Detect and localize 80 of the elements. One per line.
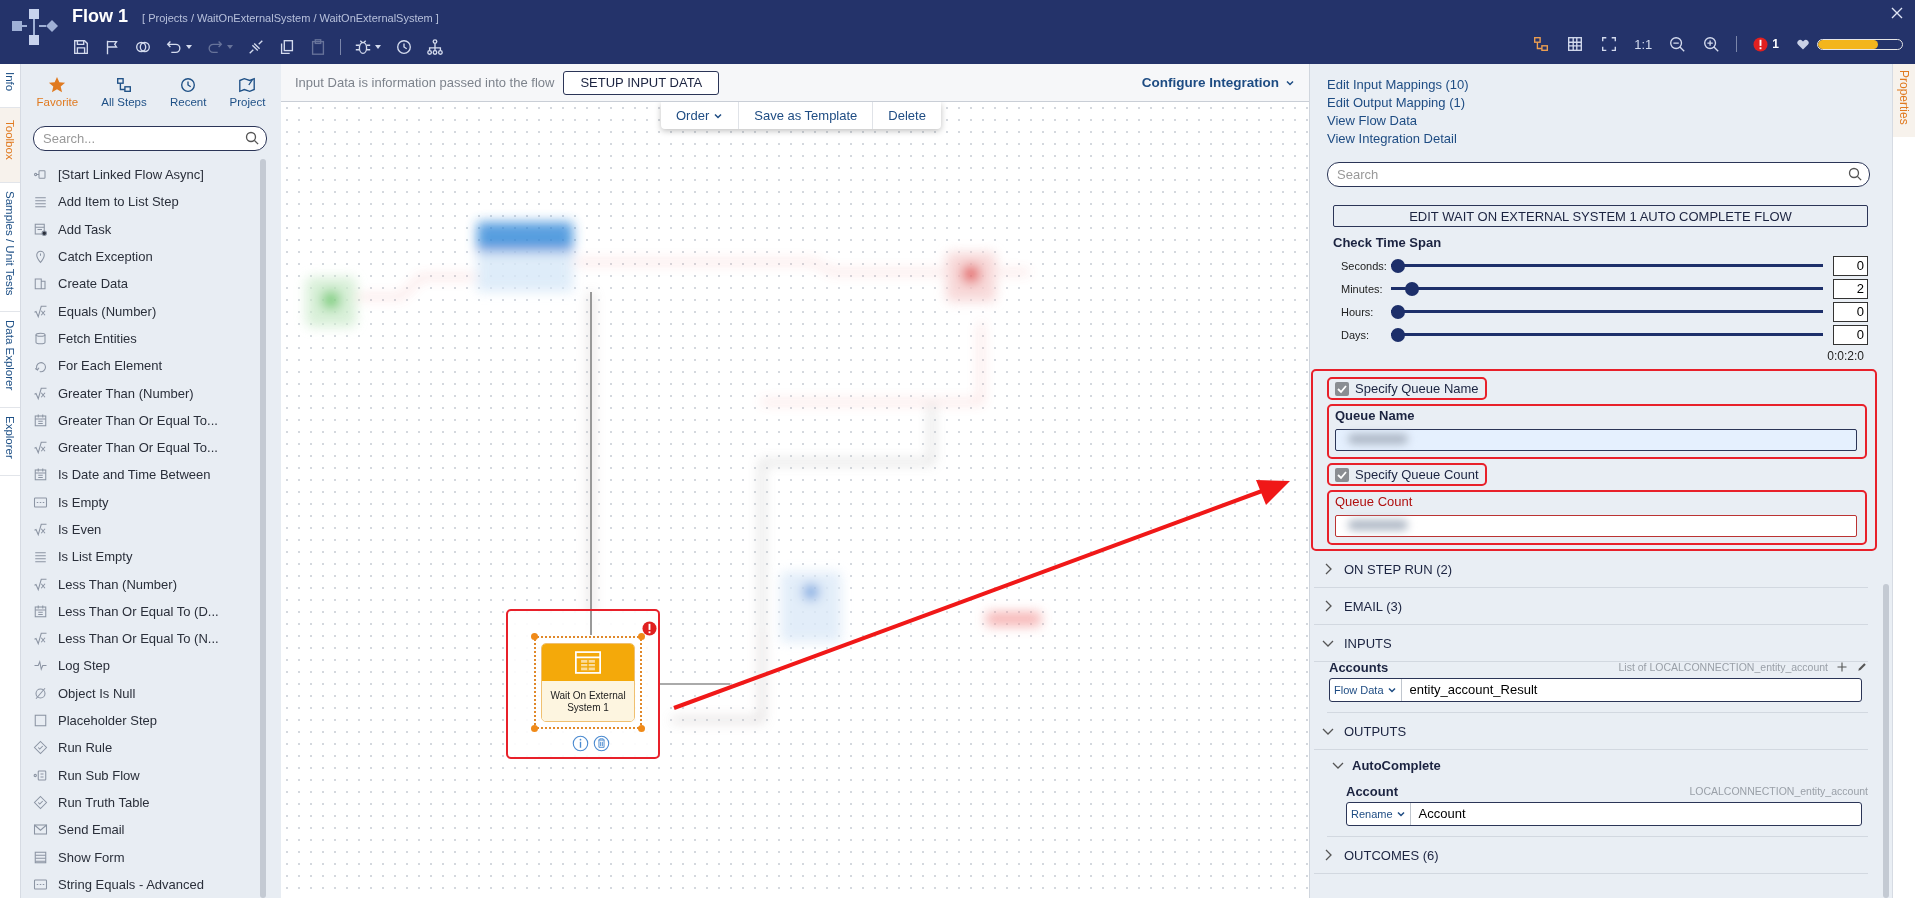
toolbox-item[interactable]: Placeholder Step <box>21 706 281 735</box>
action-button[interactable]: Save as Template <box>739 102 874 129</box>
slider-label: Minutes: <box>1341 282 1384 295</box>
action-button[interactable]: Delete <box>873 102 941 129</box>
edit-flow-button[interactable]: EDIT WAIT ON EXTERNAL SYSTEM 1 AUTO COMPLETE FLOW <box>1333 205 1868 227</box>
group-header[interactable]: AutoComplete <box>1327 750 1868 780</box>
toolbox-item[interactable]: Run Truth Table <box>21 788 281 817</box>
properties-link[interactable]: View Flow Data <box>1327 112 1418 130</box>
toolbox-item[interactable]: Greater Than Or Equal To... <box>21 406 281 434</box>
category-tab[interactable]: Project <box>229 76 266 119</box>
section-header[interactable]: ON STEP RUN (2) <box>1314 551 1868 588</box>
side-tab[interactable]: Data Explorer <box>0 312 20 408</box>
type-label: List of LOCALCONNECTION_entity_account <box>1618 661 1828 673</box>
toolbox-item[interactable]: Run Sub Flow <box>21 761 281 789</box>
toolbox-item[interactable]: [Start Linked Flow Async] <box>21 161 281 189</box>
section-header[interactable]: EMAIL (3) <box>1314 588 1868 625</box>
mode-dropdown[interactable]: Rename <box>1347 803 1411 825</box>
toolbox-item[interactable]: For Each Element <box>21 352 281 380</box>
field-label: Queue Count <box>1335 494 1414 509</box>
toolbox-item[interactable]: Log Step <box>21 652 281 680</box>
toolbox-item[interactable]: Greater Than (Number) <box>21 379 281 407</box>
checkbox-label: Specify Queue Name <box>1355 381 1479 396</box>
section-header[interactable]: OUTPUTS <box>1314 713 1868 750</box>
toolbox-item[interactable]: Is Date and Time Between <box>21 461 281 489</box>
toolbox-item[interactable]: Run Rule <box>21 734 281 762</box>
setup-input-data-button[interactable]: SETUP INPUT DATA <box>563 70 720 95</box>
toolbox-item[interactable]: Less Than (Number) <box>21 570 281 598</box>
breadcrumb: [ Projects / WaitOnExternalSystem / WaitOnExternalSystem ] <box>142 12 439 24</box>
toolbox-item[interactable]: Less Than Or Equal To (N... <box>21 625 281 653</box>
side-tab[interactable]: Samples / Unit Tests <box>0 182 20 313</box>
flow-title: Flow 1 <box>72 6 128 27</box>
checkbox-label: Specify Queue Count <box>1355 467 1479 482</box>
toolbox-item[interactable]: Catch Exception <box>21 242 281 271</box>
toolbox-item[interactable]: Add Task <box>21 215 281 243</box>
toolbox-item[interactable]: Is List Empty <box>21 543 281 571</box>
slider-label: Days: <box>1341 328 1371 341</box>
actual-size-button[interactable]: 1:1 <box>1634 33 1653 55</box>
section-header[interactable]: OUTCOMES (6) <box>1314 837 1868 874</box>
category-tab[interactable]: All Steps <box>101 76 147 119</box>
mapping-field[interactable]: Flow Data entity_account_Result <box>1329 678 1862 702</box>
toolbox-item[interactable]: Equals (Number) <box>21 297 281 325</box>
category-tab[interactable]: Recent <box>169 76 207 119</box>
toolbox-item[interactable]: Object Is Null <box>21 679 281 707</box>
toolbox-item[interactable]: Less Than Or Equal To (D... <box>21 597 281 626</box>
properties-link[interactable]: Edit Output Mapping (1) <box>1327 94 1466 112</box>
properties-link[interactable]: View Integration Detail <box>1327 130 1457 148</box>
number-field[interactable]: 0 <box>1833 324 1868 345</box>
number-field[interactable]: 0 <box>1833 255 1868 276</box>
number-field[interactable]: 2 <box>1833 278 1868 299</box>
slider-label: Hours: <box>1341 305 1375 318</box>
mapping-field[interactable]: Rename Account <box>1346 802 1862 826</box>
slider-label: Seconds: <box>1341 259 1388 272</box>
search-field[interactable]: Search... <box>33 126 267 151</box>
toolbox-item[interactable]: Add Item to List Step <box>21 188 281 216</box>
field-label: Accounts <box>1329 659 1389 675</box>
number-field[interactable]: 0 <box>1833 301 1868 322</box>
section-label: Check Time Span <box>1333 235 1443 250</box>
toolbox-item[interactable]: Show Form <box>21 843 281 871</box>
step-label: Wait On External System 1 <box>542 681 634 721</box>
configure-integration-button[interactable]: Configure Integration <box>1141 75 1295 90</box>
step-node[interactable]: Wait On External System 1 <box>541 643 635 722</box>
type-label: LOCALCONNECTION_entity_account <box>1689 785 1868 797</box>
properties-link[interactable]: Edit Input Mappings (10) <box>1327 76 1469 94</box>
side-tab[interactable]: Explorer <box>0 407 20 476</box>
toolbox-item[interactable]: Is Even <box>21 515 281 544</box>
toolbox-item[interactable]: Send Email <box>21 816 281 844</box>
search-field[interactable]: Search <box>1327 162 1870 187</box>
input-data-hint: Input Data is information passed into the flow <box>295 75 555 90</box>
toolbox-item[interactable]: Fetch Entities <box>21 324 281 353</box>
field-label: Account <box>1346 783 1398 799</box>
toolbox-item[interactable]: Create Data <box>21 270 281 298</box>
error-count: 1 <box>1772 37 1779 51</box>
section-header[interactable]: INPUTS <box>1314 625 1868 662</box>
field-label: Queue Name <box>1335 408 1416 423</box>
toolbox-item[interactable]: Greater Than Or Equal To... <box>21 433 281 462</box>
total-time: 0:0:2:0 <box>1827 349 1864 363</box>
action-button[interactable]: Order <box>661 102 740 129</box>
toolbox-item[interactable]: String Equals - Advanced <box>21 870 281 898</box>
toolbox-item[interactable]: Is Empty <box>21 488 281 516</box>
mode-dropdown[interactable]: Flow Data <box>1330 679 1402 701</box>
